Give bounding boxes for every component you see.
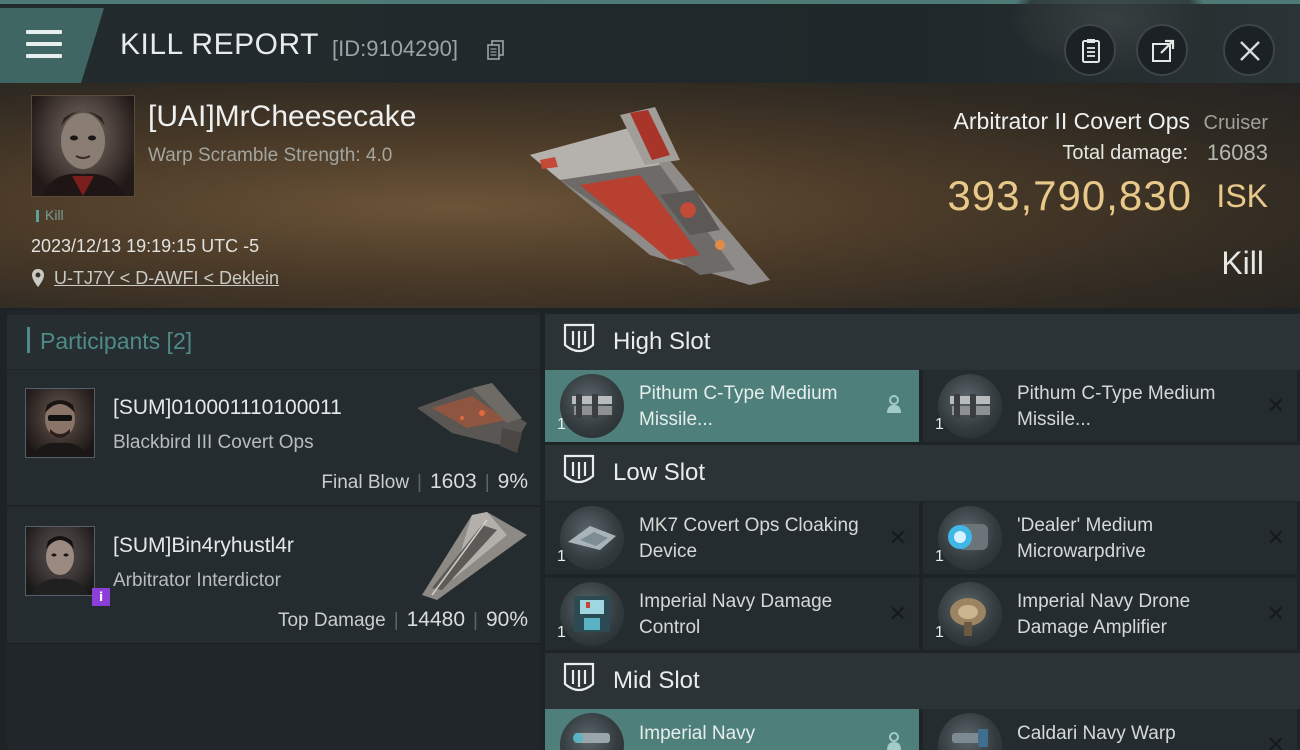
- module-name: 'Dealer' Medium Microwarpdrive: [1017, 515, 1154, 562]
- missile-launcher-icon: [560, 374, 624, 438]
- low-slot-header: Low Slot: [545, 445, 1300, 501]
- kill-timestamp: 2023/12/13 19:19:15 UTC -5: [31, 236, 260, 256]
- module-quantity: 1: [557, 548, 566, 565]
- warp-scramble-strength: Warp Scramble Strength: 4.0: [148, 145, 393, 166]
- module-slot[interactable]: Caldari Navy Warp ✕: [923, 709, 1297, 750]
- participant-ship-image: [417, 383, 527, 453]
- microwarpdrive-icon: [938, 506, 1002, 570]
- destroyed-x-icon: ✕: [888, 602, 907, 627]
- participant-ship: Arbitrator Interdictor: [113, 570, 281, 591]
- module-name: Imperial Navy Damage Control: [639, 591, 833, 638]
- top-bar: KILL REPORT [ID:9104290]: [0, 0, 1300, 83]
- participants-title: Participants [2]: [40, 328, 193, 354]
- module-slot[interactable]: 1 MK7 Covert Ops Cloaking Device ✕: [545, 502, 919, 574]
- module-name: Imperial Navy: [639, 723, 756, 744]
- copy-icon[interactable]: [487, 40, 505, 60]
- victim-ship-image[interactable]: [520, 105, 780, 295]
- module-slot[interactable]: Imperial Navy: [545, 709, 919, 750]
- low-slot-label: Low Slot: [613, 459, 706, 486]
- victim-name[interactable]: [UAI]MrCheesecake: [148, 100, 416, 134]
- module-slot[interactable]: 1 Imperial Navy Drone Damage Amplifier ✕: [923, 578, 1297, 650]
- module-name: Caldari Navy Warp: [1017, 723, 1176, 744]
- kill-location-link[interactable]: U-TJ7Y < D-AWFI < Deklein: [54, 268, 279, 289]
- module-quantity: 1: [557, 624, 566, 641]
- location-pin-icon: [32, 269, 44, 287]
- participant-stat-label: Top Damage: [277, 610, 386, 631]
- module-name: Imperial Navy Drone Damage Amplifier: [1017, 591, 1191, 638]
- participant-stats: Top Damage | 14480 | 90%: [277, 608, 528, 631]
- participant-name[interactable]: [SUM]010001110100011: [113, 396, 342, 420]
- cloaking-device-icon: [560, 506, 624, 570]
- module-icon: [560, 713, 624, 750]
- missile-launcher-icon: [938, 374, 1002, 438]
- participant-ship-image: [422, 512, 527, 600]
- participant-stat-label: Final Blow: [321, 472, 410, 493]
- participant-row[interactable]: i [SUM]Bin4ryhustl4r Arbitrator Interdic…: [7, 508, 540, 644]
- mid-slot-icon: [563, 662, 595, 692]
- kill-result: Kill: [1221, 245, 1264, 281]
- participant-name[interactable]: [SUM]Bin4ryhustl4r: [113, 534, 294, 558]
- report-id: [ID:9104290]: [332, 36, 458, 61]
- module-slot[interactable]: 1 Imperial Navy Damage Control ✕: [545, 578, 919, 650]
- victim-avatar[interactable]: [31, 95, 135, 197]
- mid-slot-label: Mid Slot: [613, 667, 700, 694]
- page-title: KILL REPORT: [120, 28, 319, 61]
- participant-percent: 90%: [485, 608, 528, 631]
- destroyed-x-icon: ✕: [1266, 526, 1285, 551]
- clipboard-button[interactable]: [1064, 24, 1116, 76]
- module-slot[interactable]: 1 Pithum C-Type Medium Missile...: [545, 370, 919, 442]
- participant-avatar[interactable]: [25, 388, 95, 458]
- info-badge-icon[interactable]: i: [92, 588, 110, 606]
- participant-damage: 14480: [406, 608, 466, 631]
- drone-damage-amplifier-icon: [938, 582, 1002, 646]
- module-name: Pithum C-Type Medium Missile...: [1017, 383, 1216, 430]
- module-name: MK7 Covert Ops Cloaking Device: [639, 515, 859, 562]
- participant-stats: Final Blow | 1603 | 9%: [321, 470, 528, 493]
- victim-portrait-image: [42, 111, 124, 196]
- module-icon: [938, 713, 1002, 750]
- destroyed-x-icon: ✕: [1266, 602, 1285, 627]
- destroyed-x-icon: ✕: [1266, 733, 1285, 750]
- destroyed-x-icon: ✕: [1266, 394, 1285, 419]
- module-name: Pithum C-Type Medium Missile...: [639, 383, 838, 430]
- participant-row[interactable]: [SUM]010001110100011 Blackbird III Cover…: [7, 370, 540, 506]
- module-slot[interactable]: 1 'Dealer' Medium Microwarpdrive ✕: [923, 502, 1297, 574]
- participant-damage: 1603: [429, 470, 477, 493]
- close-icon: [1240, 41, 1260, 61]
- module-slot[interactable]: 1 Pithum C-Type Medium Missile... ✕: [923, 370, 1297, 442]
- share-button[interactable]: [1136, 24, 1188, 76]
- close-button[interactable]: [1223, 24, 1275, 76]
- total-damage-value: 16083: [1206, 140, 1268, 165]
- total-damage-label: Total damage:: [1062, 142, 1188, 164]
- high-slot-label: High Slot: [613, 328, 711, 355]
- share-icon: [1152, 39, 1175, 62]
- participant-ship: Blackbird III Covert Ops: [113, 432, 314, 453]
- menu-icon: [26, 30, 62, 58]
- low-slot-icon: [563, 454, 595, 484]
- participant-portrait-image: [32, 536, 88, 595]
- participant-portrait-image: [32, 400, 88, 457]
- victim-ship-class: Cruiser: [1203, 112, 1268, 134]
- module-quantity: 1: [935, 548, 944, 565]
- person-icon: [887, 395, 901, 413]
- isk-value: 393,790,830: [947, 172, 1192, 219]
- high-slot-header: High Slot: [545, 314, 1300, 370]
- person-icon: [887, 732, 901, 750]
- victim-ship-name[interactable]: Arbitrator II Covert Ops: [954, 108, 1190, 135]
- participants-accent-bar: [27, 327, 30, 353]
- isk-unit: ISK: [1216, 178, 1268, 214]
- kill-tag: Kill: [36, 207, 64, 223]
- destroyed-x-icon: ✕: [888, 526, 907, 551]
- module-quantity: 1: [935, 416, 944, 433]
- mid-slot-header: Mid Slot: [545, 653, 1300, 709]
- participant-avatar[interactable]: i: [25, 526, 110, 606]
- module-quantity: 1: [935, 624, 944, 641]
- participant-percent: 9%: [497, 470, 528, 493]
- menu-button[interactable]: [0, 8, 104, 83]
- high-slot-icon: [563, 323, 595, 353]
- module-quantity: 1: [557, 416, 566, 433]
- clipboard-icon: [1082, 39, 1100, 63]
- damage-control-icon: [560, 582, 624, 646]
